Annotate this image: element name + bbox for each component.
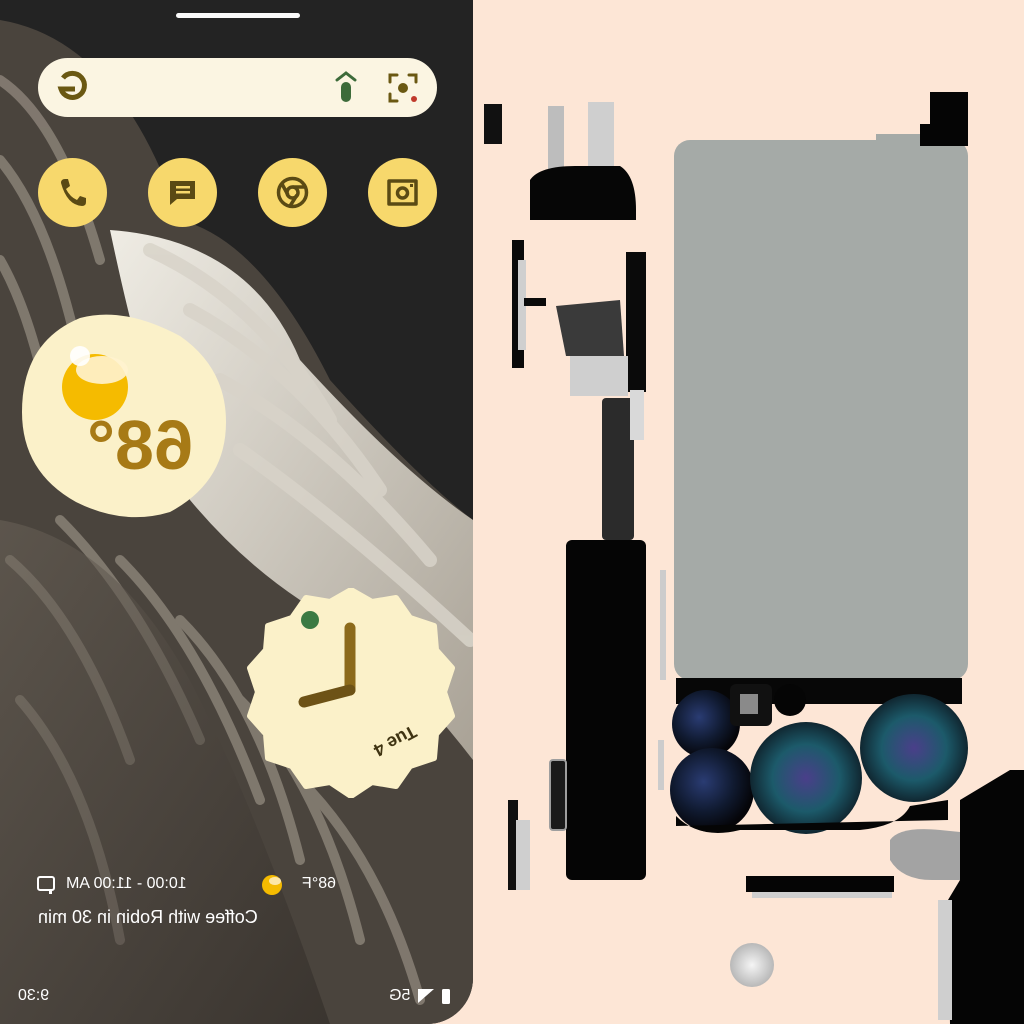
dock-camera-button[interactable] [368,158,437,227]
chrome-icon [276,176,309,209]
weather-temperature: 68° [87,406,193,484]
at-a-glance[interactable]: 10:00 - 11:00 AM 68°F [36,871,336,899]
glance-temperature: 68°F [302,875,336,892]
home-indicator[interactable] [176,13,300,18]
phone-teardown-illustration [484,92,1024,1024]
message-icon [170,181,195,205]
phone-icon [61,179,86,206]
camera-icon [387,179,418,206]
phone-screen: 68° Tue 4 10:00 - 11:00 AM 68°F Coffee w… [0,0,473,1024]
camera-lens-icon[interactable] [384,69,422,107]
signal-icon [418,989,434,1003]
status-time: 9:30 [18,987,50,1004]
event-time: 10:00 - 11:00 AM [66,875,187,892]
microphone-icon[interactable] [329,70,363,106]
event-title: Coffee with Robin in 30 min [38,907,258,927]
sun-small-icon [262,875,282,895]
calendar-icon [37,876,55,894]
clock-widget[interactable] [246,588,456,798]
dock-phone-button[interactable] [38,158,107,227]
dock-chrome-button[interactable] [258,158,327,227]
google-g-icon[interactable] [55,69,89,105]
search-bar[interactable] [38,58,437,117]
network-type: 5G [389,987,411,1004]
signal-battery-icons [418,989,450,1004]
battery-icon [442,989,450,1004]
clock-second-dot [301,611,319,629]
dock-messages-button[interactable] [148,158,217,227]
